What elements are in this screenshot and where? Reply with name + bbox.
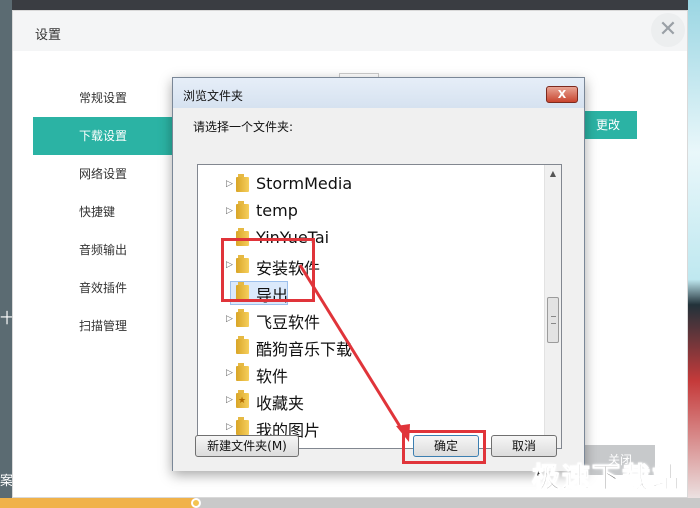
tree-item-label: temp [256, 201, 298, 220]
tree-item[interactable]: ▷ StormMedia [198, 171, 548, 198]
dialog-titlebar: 浏览文件夹 X [173, 78, 584, 108]
background-app-left [0, 0, 12, 508]
background-left-text: 十 [0, 311, 12, 327]
dialog-prompt: 请选择一个文件夹: [193, 120, 294, 134]
expand-arrow-icon[interactable]: ▷ [226, 368, 233, 378]
scroll-up-icon[interactable]: ▲ [545, 165, 561, 182]
annotation-box-ok [402, 430, 486, 464]
expand-arrow-icon[interactable]: ▷ [226, 314, 233, 324]
tree-item-label: 酷狗音乐下载 [256, 340, 353, 359]
watermark: 极速下载站 [531, 461, 682, 495]
star-icon: ★ [238, 396, 247, 406]
folder-tree[interactable]: ▷ StormMedia ▷ temp YinYueTai ▷ 安装软件 导出 … [197, 164, 562, 449]
settings-title: 设置 [35, 28, 62, 43]
expand-arrow-icon[interactable]: ▷ [226, 206, 233, 216]
background-left-text-2: 案 [0, 474, 12, 489]
tree-item[interactable]: ▷ temp [198, 198, 548, 225]
new-folder-button[interactable]: 新建文件夹(M) [195, 435, 299, 457]
cancel-button[interactable]: 取消 [491, 435, 557, 457]
background-app-right [688, 0, 700, 508]
folder-icon [236, 309, 249, 327]
tree-item-label: 收藏夹 [256, 394, 305, 413]
expand-arrow-icon[interactable]: ▷ [226, 179, 233, 189]
folder-icon [236, 363, 249, 381]
tree-item[interactable]: ▷ ★ 收藏夹 [198, 387, 548, 414]
tree-item[interactable]: 酷狗音乐下载 [198, 333, 548, 360]
close-icon[interactable]: ✕ [651, 13, 685, 47]
tree-item-label: StormMedia [256, 174, 353, 193]
folder-icon [236, 417, 249, 435]
settings-header: 设置 ✕ [13, 11, 687, 51]
expand-arrow-icon[interactable]: ▷ [226, 395, 233, 405]
dialog-title: 浏览文件夹 [183, 89, 244, 103]
tree-item-label: 软件 [256, 367, 289, 386]
tree-item[interactable]: ▷ 飞豆软件 [198, 306, 548, 333]
grip-icon [551, 316, 556, 324]
progress-knob[interactable] [191, 498, 201, 508]
tree-item[interactable]: ▷ 软件 [198, 360, 548, 387]
annotation-box-folder [221, 238, 315, 302]
expand-arrow-icon[interactable]: ▷ [226, 422, 233, 432]
folder-icon [236, 174, 249, 192]
tree-item-label: 飞豆软件 [256, 313, 321, 332]
scroll-thumb[interactable] [547, 297, 559, 343]
dialog-close-icon[interactable]: X [546, 86, 578, 103]
background-progress-bar [0, 498, 700, 508]
change-button[interactable]: 更改 [579, 111, 637, 139]
tree-scrollbar[interactable]: ▲ ▼ [544, 165, 561, 448]
folder-icon [236, 336, 249, 354]
folder-icon [236, 201, 249, 219]
